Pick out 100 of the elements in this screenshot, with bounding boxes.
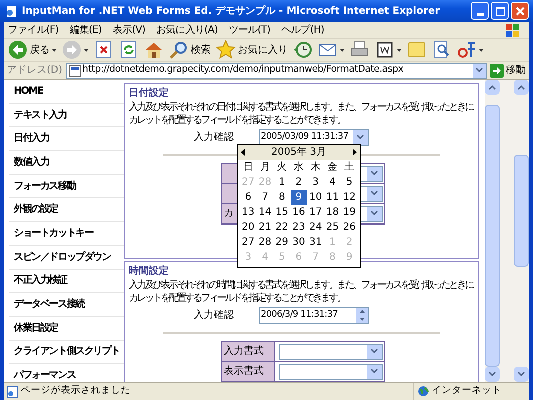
date-input-field[interactable]: 2006/3/9 11:31:37: [259, 307, 369, 324]
chevron-down-icon: [489, 372, 496, 377]
calendar-day[interactable]: 4: [324, 175, 342, 190]
calendar-day[interactable]: 3: [307, 175, 324, 190]
calendar-day[interactable]: 31: [307, 235, 324, 250]
calendar-day[interactable]: 10: [307, 190, 324, 205]
calendar-day[interactable]: 22: [274, 220, 291, 235]
calendar-day[interactable]: 26: [341, 220, 358, 235]
zone-text: インターネット: [432, 384, 502, 398]
calendar-day[interactable]: 28: [256, 235, 274, 250]
calendar-day[interactable]: 19: [341, 205, 358, 220]
calendar-day[interactable]: 16: [290, 205, 308, 220]
scroll-down-button[interactable]: [485, 367, 500, 382]
close-button[interactable]: [511, 2, 529, 20]
page-magnifier-icon: [432, 40, 452, 60]
toolbar-button[interactable]: 検索: [169, 40, 211, 60]
dropdown-field[interactable]: [279, 344, 383, 360]
previous-month-icon[interactable]: [241, 149, 245, 156]
toolbar-button[interactable]: [375, 40, 402, 60]
calendar-day[interactable]: 17: [307, 205, 324, 220]
section-description: 入力及び表示それぞれの時間に関する書式を選択します。また、フォーカスを受け取ったときにカレットを配置するフィールドを指定することができます。: [129, 279, 474, 305]
chevron-down-icon: [371, 191, 378, 196]
scroll-up-button[interactable]: [485, 80, 500, 95]
calendar-day[interactable]: 8: [274, 190, 291, 205]
month-title: 2005年 3月: [272, 146, 326, 160]
weekday-label: 日: [242, 161, 254, 175]
globe-icon: [418, 386, 429, 397]
calendar-day[interactable]: 21: [256, 220, 274, 235]
scroll-down-button[interactable]: [514, 367, 529, 382]
house-icon: [144, 40, 164, 60]
status-text: ページが表示されました: [21, 384, 132, 398]
menu-item[interactable]: 表示(V): [112, 22, 146, 38]
calendar-day[interactable]: 25: [324, 220, 342, 235]
calendar-day[interactable]: 11: [324, 190, 342, 205]
calendar-day[interactable]: 1: [274, 175, 291, 190]
field-label: 入力確認: [194, 130, 235, 145]
next-month-icon[interactable]: [353, 149, 357, 156]
toolbar-button[interactable]: お気に入り: [216, 40, 288, 60]
chevron-down-icon: [371, 211, 378, 216]
chevron-down-icon: [357, 135, 364, 140]
windows-logo-icon: [506, 24, 519, 36]
toolbar-button[interactable]: [144, 40, 164, 60]
calendar-day[interactable]: 13: [240, 205, 257, 220]
calendar-day[interactable]: 6: [240, 190, 257, 205]
row-label: 表示書式: [224, 364, 264, 379]
menu-item[interactable]: 編集(E): [70, 22, 102, 38]
section-title: 時間設定: [129, 264, 170, 279]
search-icon: [169, 40, 189, 60]
chevron-down-icon: [371, 349, 378, 354]
section-title: 日付設定: [129, 86, 170, 101]
dropdown-field[interactable]: [279, 364, 383, 380]
toolbar-button[interactable]: 戻る: [8, 40, 57, 60]
window-title: InputMan for .NET Web Forms Ed. デモサンプル - Microsoft Internet Explorer: [22, 4, 442, 18]
chevron-down-icon: [371, 369, 378, 374]
calendar-day[interactable]: 9: [290, 190, 308, 205]
toolbar-button[interactable]: [94, 40, 114, 60]
calendar-day[interactable]: 12: [341, 190, 358, 205]
toolbar-button[interactable]: [432, 40, 452, 60]
calendar-day[interactable]: 29: [274, 235, 291, 250]
calendar-day[interactable]: 24: [307, 220, 324, 235]
weekday-label: 金: [326, 161, 339, 175]
spin-buttons[interactable]: [356, 308, 368, 323]
section-description: 入力及び表示それぞれの日付に関する書式を選択します。また、フォーカスを受け取ったときにカレットを配置するフィールドを指定することができます。: [129, 101, 474, 127]
calendar-day[interactable]: 15: [274, 205, 291, 220]
calendar-day[interactable]: 7: [256, 190, 274, 205]
calendar-day[interactable]: 20: [240, 220, 257, 235]
chevron-down-icon: [371, 171, 378, 176]
calendar-day[interactable]: 2: [290, 175, 308, 190]
weekday-label: 木: [310, 160, 322, 175]
minimize-button[interactable]: [471, 2, 489, 20]
address-field[interactable]: http://dotnetdemo.grapecity.com/demo/inputmanweb/FormatDate.aspx: [66, 62, 487, 78]
scroll-up-button[interactable]: [514, 80, 529, 95]
calendar-day[interactable]: 14: [256, 205, 274, 220]
row-label: カ: [224, 207, 234, 221]
go-button[interactable]: 移動: [490, 63, 526, 78]
calendar-day[interactable]: 23: [290, 220, 308, 235]
spin-down-icon: [360, 318, 364, 321]
maximize-button[interactable]: [491, 2, 509, 20]
menu-item[interactable]: ヘルプ(H): [282, 22, 324, 38]
menu-item[interactable]: ツール(T): [229, 22, 271, 38]
scrollbar[interactable]: [514, 80, 529, 382]
note-icon: [407, 40, 427, 60]
stop-icon: [94, 40, 114, 60]
calendar-day[interactable]: 5: [341, 175, 358, 190]
calendar-day[interactable]: 18: [324, 205, 342, 220]
calendar-day[interactable]: 27: [240, 235, 257, 250]
page-icon: [5, 4, 18, 18]
field-label: 入力確認: [194, 308, 235, 323]
weekday-label: 月: [259, 161, 272, 175]
minimize-icon: [476, 13, 484, 16]
chevron-down-icon: [476, 68, 483, 73]
close-icon: [516, 6, 524, 16]
dropdown-button[interactable]: [353, 130, 368, 145]
maximize-icon: [496, 6, 504, 16]
chevron-up-icon: [489, 85, 496, 90]
menu-item[interactable]: お気に入り(A): [156, 22, 218, 38]
weekday-label: 土: [344, 160, 356, 175]
scroll-thumb[interactable]: [514, 155, 529, 267]
menu-item[interactable]: ファイル(F): [8, 22, 59, 38]
calendar-day[interactable]: 30: [290, 235, 308, 250]
